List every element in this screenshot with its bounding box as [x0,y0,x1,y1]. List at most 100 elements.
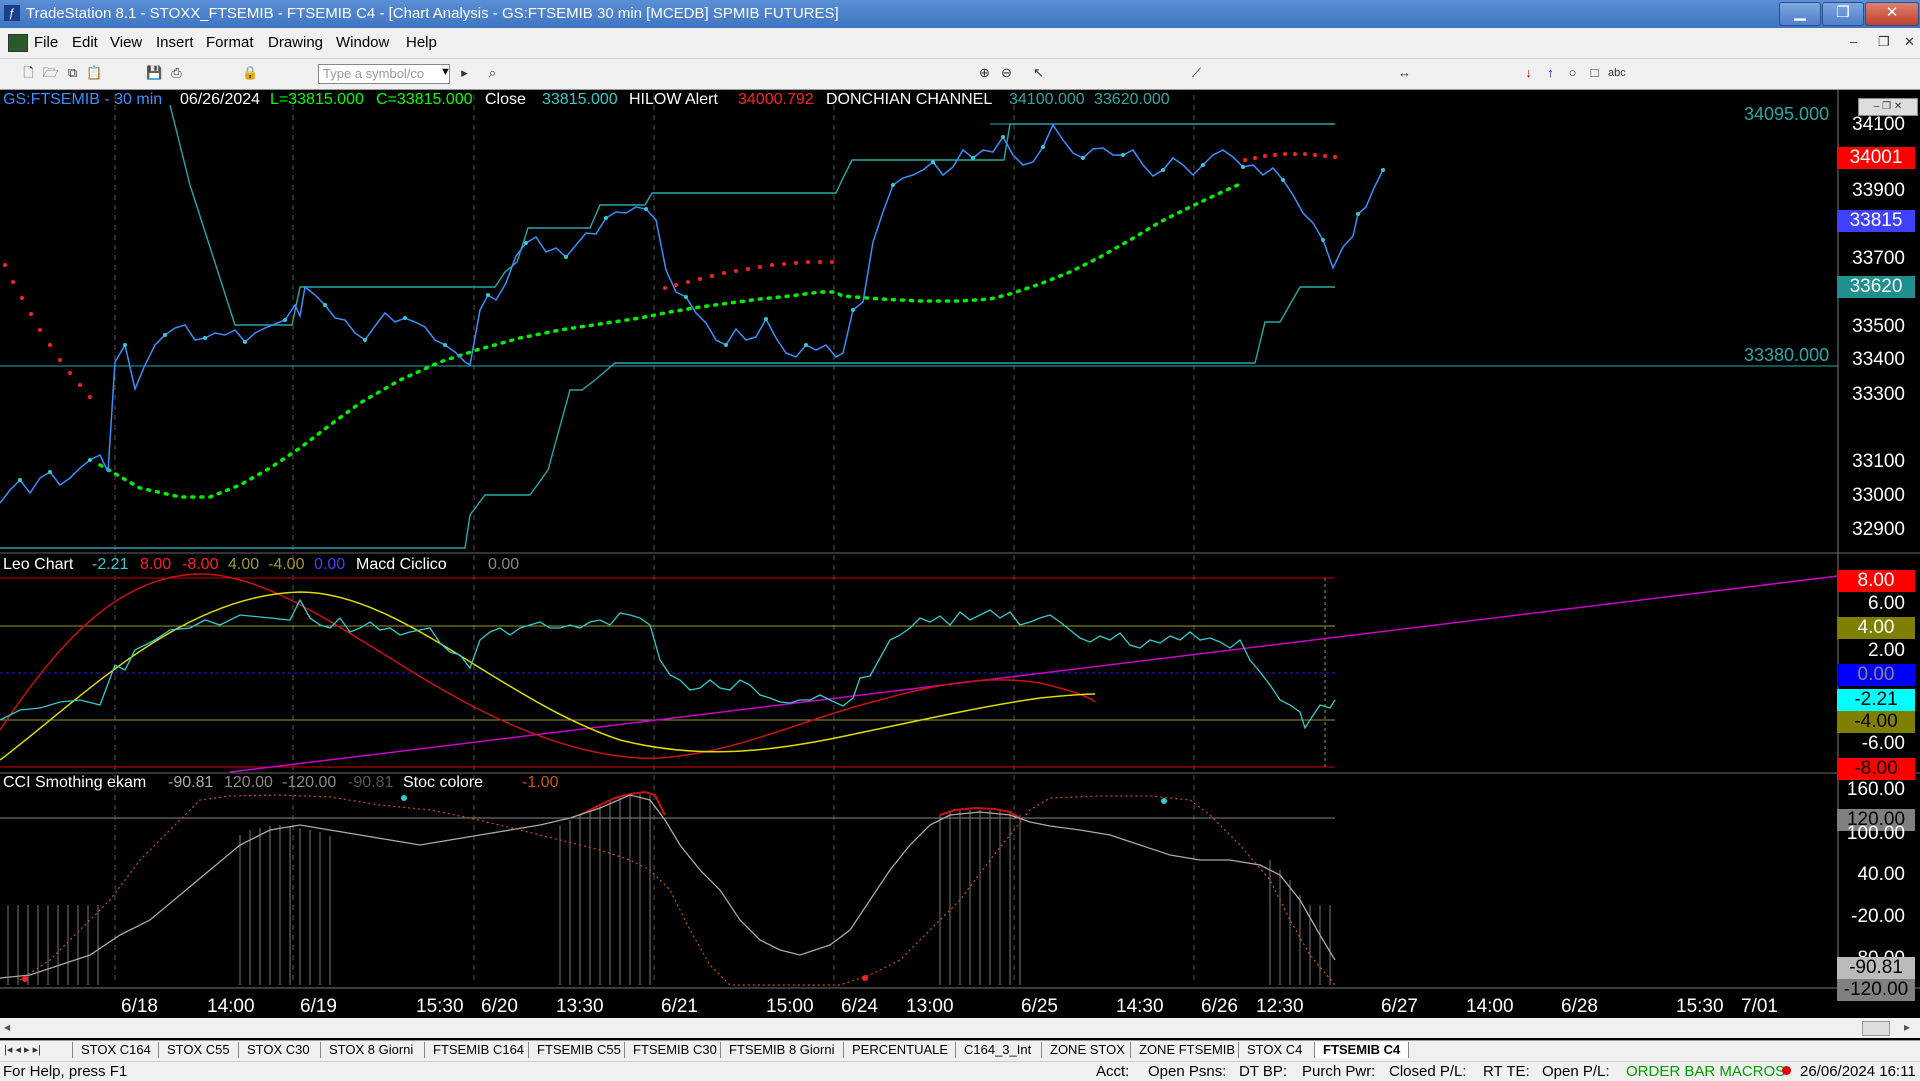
save-icon[interactable]: 💾 [146,65,163,81]
close-price-box: 33815 [1837,210,1915,232]
print-icon[interactable]: ⎙ [168,65,185,81]
tab-ftsemib-c30[interactable]: FTSEMIB C30 [624,1042,725,1058]
arrow-up-icon[interactable]: ↑ [1542,65,1559,81]
binoculars-icon[interactable]: ⌕ [484,65,501,81]
zoom-out-icon[interactable]: ⊖ [998,65,1015,81]
menu-view[interactable]: View [110,34,142,51]
status-open-pl: Open P/L: [1542,1063,1610,1080]
tab-stox-8-giorni[interactable]: STOX 8 Giorni [320,1042,421,1058]
menu-window[interactable]: Window [336,34,389,51]
copy-icon[interactable]: ⧉ [64,65,81,81]
text-tool-icon[interactable]: abc [1608,65,1626,81]
status-rt-te: RT TE: [1483,1063,1530,1080]
subchart-control[interactable]: – ❐ ✕ [1858,98,1918,116]
lock-icon[interactable]: 🔒 [242,65,259,81]
menu-drawing[interactable]: Drawing [268,34,323,51]
date-label: 6/21 [661,996,698,1017]
leo-box-current: -2.21 [1837,689,1915,711]
tab-ftsemib-c164[interactable]: FTSEMIB C164 [424,1042,532,1058]
hilow-value: 34000.792 [738,91,814,108]
price-axis-label: 34100 [1852,114,1905,135]
tab-stox-c55[interactable]: STOX C55 [158,1042,238,1058]
status-closed-pl: Closed P/L: [1389,1063,1467,1080]
price-axis-label: 32900 [1852,519,1905,540]
maximize-button[interactable]: ❐ [1822,2,1864,26]
date-label: 15:30 [416,996,464,1017]
circle-icon[interactable]: ○ [1564,65,1581,81]
leo-value: -8.00 [182,556,219,573]
symbol-dropdown-icon[interactable]: ▼ [440,66,451,78]
scroll-left-icon[interactable]: ◂ [4,1020,10,1034]
tab-zone-ftsemib[interactable]: ZONE FTSEMIB [1130,1042,1243,1058]
toolbar: 🗋 🗁 ⧉ 📋 💾 ⎙ 🔒 ▸ ⌕ ⊕ ⊖ ↖ ⟋ ↔ ↓ ↑ ○ □ abc [0,59,1920,90]
tab-stox-c164[interactable]: STOX C164 [72,1042,159,1058]
leo-box-0: 0.00 [1837,664,1915,686]
status-dt-bp: DT BP: [1239,1063,1288,1080]
menu-format[interactable]: Format [206,34,254,51]
tab-ftsemib-c55[interactable]: FTSEMIB C55 [528,1042,629,1058]
rectangle-icon[interactable]: □ [1586,65,1603,81]
symbol-input[interactable]: Type a symbol/co [318,64,450,84]
date-label: 14:00 [1466,996,1514,1017]
date-label: 13:00 [906,996,954,1017]
hilow-label: HILOW Alert [629,91,718,108]
status-purch-pwr: Purch Pwr: [1302,1063,1376,1080]
status-bar: For Help, press F1 Acct: Open Psns: DT B… [0,1061,1920,1081]
chart-area[interactable] [0,90,1920,1010]
status-order-bar-macros[interactable]: ORDER BAR MACROS [1626,1063,1785,1080]
menu-file[interactable]: File [34,34,58,51]
menu-help[interactable]: Help [406,34,437,51]
open-icon[interactable]: 🗁 [42,65,59,81]
arrow-down-icon[interactable]: ↓ [1520,65,1537,81]
date-label: 14:00 [207,996,255,1017]
child-close-button[interactable]: ✕ [1904,34,1915,50]
price-axis-label: 33500 [1852,316,1905,337]
close-label: Close [485,91,526,108]
trendline-icon[interactable]: ⟋ [1188,65,1205,81]
window-title: TradeStation 8.1 - STOXX_FTSEMIB - FTSEM… [26,5,839,22]
date-label: 6/25 [1021,996,1058,1017]
donchian-low-price-box: 33620 [1837,276,1915,298]
status-connection-icon [1782,1066,1791,1075]
horizontal-line-icon[interactable]: ↔ [1396,65,1413,81]
close-button[interactable]: ✕ [1865,2,1919,26]
paste-icon[interactable]: 📋 [86,65,103,81]
zoom-in-icon[interactable]: ⊕ [976,65,993,81]
stoc-colore-value: -1.00 [522,774,559,791]
chart-window-icon [8,34,28,52]
tab-percentuale[interactable]: PERCENTUALE [843,1042,956,1058]
child-minimize-button[interactable]: – [1850,34,1857,49]
cci-axis-label: 100.00 [1846,823,1905,844]
menu-edit[interactable]: Edit [72,34,98,51]
tab-stox-c30[interactable]: STOX C30 [238,1042,318,1058]
menu-insert[interactable]: Insert [156,34,194,51]
tab-nav-icons[interactable]: |◂ ◂ ▸ ▸| [4,1043,41,1056]
level-top-label: 34095.000 [1744,104,1830,124]
horizontal-scrollbar[interactable]: ◂ ▸ [0,1018,1920,1038]
minimize-button[interactable]: ▁ [1779,2,1821,26]
pointer-icon[interactable]: ↖ [1030,65,1047,81]
cci-value: -120.00 [282,774,337,791]
date-label: 13:30 [556,996,604,1017]
arrow-right-icon[interactable]: ▸ [456,65,473,81]
menu-bar: File Edit View Insert Format Drawing Win… [0,28,1920,59]
price-axis-label: 33000 [1852,485,1905,506]
cci-box-current: -90.81 [1837,957,1915,979]
stoc-signal-dot [401,795,407,801]
tab-c164-3-int[interactable]: C164_3_Int [955,1042,1039,1058]
tab-ftsemib-8-giorni[interactable]: FTSEMIB 8 Giorni [720,1042,842,1058]
tab-stox-c4[interactable]: STOX C4 [1238,1042,1310,1058]
child-restore-button[interactable]: ❐ [1878,34,1890,50]
date-label: 6/28 [1561,996,1598,1017]
scroll-right-icon[interactable]: ▸ [1904,1020,1910,1034]
app-icon: ƒ [4,5,20,21]
symbol-input-placeholder: Type a symbol/co [323,66,425,81]
scroll-thumb[interactable] [1862,1021,1890,1036]
date-label: 6/18 [121,996,158,1017]
date-label: 6/24 [841,996,878,1017]
status-help: For Help, press F1 [3,1063,128,1080]
price-axis-label: 33400 [1852,349,1905,370]
tab-ftsemib-c4[interactable]: FTSEMIB C4 [1314,1042,1410,1058]
new-icon[interactable]: 🗋 [20,65,37,81]
tab-zone-stox[interactable]: ZONE STOX [1041,1042,1133,1058]
